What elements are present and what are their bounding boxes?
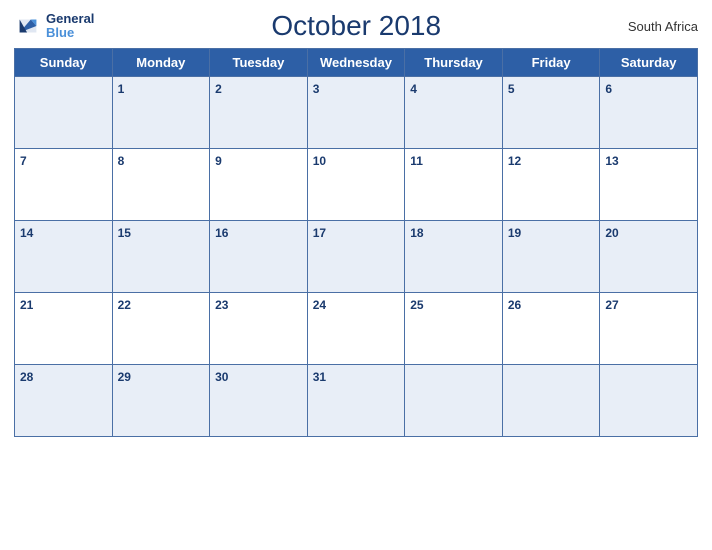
- day-number: 2: [215, 82, 222, 96]
- calendar-day-cell: 18: [405, 221, 503, 293]
- day-number: 20: [605, 226, 618, 240]
- calendar-day-cell: 31: [307, 365, 405, 437]
- day-number: 12: [508, 154, 521, 168]
- day-number: 23: [215, 298, 228, 312]
- calendar-day-cell: 5: [502, 77, 600, 149]
- day-number: 25: [410, 298, 423, 312]
- header-thursday: Thursday: [405, 49, 503, 77]
- day-number: 24: [313, 298, 326, 312]
- day-number: 30: [215, 370, 228, 384]
- day-number: 1: [118, 82, 125, 96]
- calendar-day-cell: 16: [210, 221, 308, 293]
- calendar-week-row: 21 22 23 24 25 26 27: [15, 293, 698, 365]
- header-wednesday: Wednesday: [307, 49, 405, 77]
- day-number: 6: [605, 82, 612, 96]
- calendar-week-row: 28 29 30 31: [15, 365, 698, 437]
- calendar-header: General Blue October 2018 South Africa: [14, 10, 698, 42]
- calendar-day-cell: 27: [600, 293, 698, 365]
- calendar-day-cell: 8: [112, 149, 210, 221]
- calendar-day-cell: 13: [600, 149, 698, 221]
- weekday-header-row: Sunday Monday Tuesday Wednesday Thursday…: [15, 49, 698, 77]
- calendar-day-cell: 2: [210, 77, 308, 149]
- calendar-day-cell: 9: [210, 149, 308, 221]
- calendar-day-cell: 19: [502, 221, 600, 293]
- day-number: 9: [215, 154, 222, 168]
- calendar-table: Sunday Monday Tuesday Wednesday Thursday…: [14, 48, 698, 437]
- day-number: 29: [118, 370, 131, 384]
- day-number: 15: [118, 226, 131, 240]
- calendar-day-cell: 29: [112, 365, 210, 437]
- calendar-day-cell: 25: [405, 293, 503, 365]
- calendar-day-cell: 14: [15, 221, 113, 293]
- header-tuesday: Tuesday: [210, 49, 308, 77]
- day-number: 19: [508, 226, 521, 240]
- header-saturday: Saturday: [600, 49, 698, 77]
- day-number: 14: [20, 226, 33, 240]
- calendar-day-cell: 24: [307, 293, 405, 365]
- header-friday: Friday: [502, 49, 600, 77]
- calendar-day-cell: 12: [502, 149, 600, 221]
- calendar-day-cell: 11: [405, 149, 503, 221]
- calendar-week-row: 14 15 16 17 18 19 20: [15, 221, 698, 293]
- calendar-week-row: 1 2 3 4 5 6: [15, 77, 698, 149]
- day-number: 5: [508, 82, 515, 96]
- day-number: 3: [313, 82, 320, 96]
- header-monday: Monday: [112, 49, 210, 77]
- country-label: South Africa: [618, 19, 698, 34]
- calendar-day-cell: 17: [307, 221, 405, 293]
- logo-text: General Blue: [46, 12, 94, 41]
- calendar-day-cell: 15: [112, 221, 210, 293]
- day-number: 17: [313, 226, 326, 240]
- day-number: 28: [20, 370, 33, 384]
- day-number: 13: [605, 154, 618, 168]
- logo-area: General Blue: [14, 12, 94, 41]
- calendar-day-cell: 4: [405, 77, 503, 149]
- day-number: 11: [410, 154, 423, 168]
- general-blue-logo-icon: [14, 12, 42, 40]
- calendar-day-cell: 10: [307, 149, 405, 221]
- day-number: 16: [215, 226, 228, 240]
- day-number: 22: [118, 298, 131, 312]
- calendar-day-cell: [502, 365, 600, 437]
- calendar-week-row: 7 8 9 10 11 12 13: [15, 149, 698, 221]
- calendar-day-cell: 21: [15, 293, 113, 365]
- day-number: 8: [118, 154, 125, 168]
- calendar-day-cell: [15, 77, 113, 149]
- calendar-day-cell: 7: [15, 149, 113, 221]
- day-number: 26: [508, 298, 521, 312]
- day-number: 31: [313, 370, 326, 384]
- calendar-container: General Blue October 2018 South Africa S…: [0, 0, 712, 550]
- day-number: 18: [410, 226, 423, 240]
- calendar-day-cell: [405, 365, 503, 437]
- day-number: 10: [313, 154, 326, 168]
- calendar-day-cell: 1: [112, 77, 210, 149]
- day-number: 27: [605, 298, 618, 312]
- calendar-day-cell: 22: [112, 293, 210, 365]
- calendar-day-cell: 6: [600, 77, 698, 149]
- calendar-title: October 2018: [94, 10, 618, 42]
- calendar-day-cell: 3: [307, 77, 405, 149]
- calendar-day-cell: 28: [15, 365, 113, 437]
- calendar-day-cell: 20: [600, 221, 698, 293]
- calendar-day-cell: [600, 365, 698, 437]
- calendar-day-cell: 26: [502, 293, 600, 365]
- calendar-day-cell: 30: [210, 365, 308, 437]
- calendar-day-cell: 23: [210, 293, 308, 365]
- header-sunday: Sunday: [15, 49, 113, 77]
- day-number: 4: [410, 82, 417, 96]
- day-number: 21: [20, 298, 33, 312]
- day-number: 7: [20, 154, 27, 168]
